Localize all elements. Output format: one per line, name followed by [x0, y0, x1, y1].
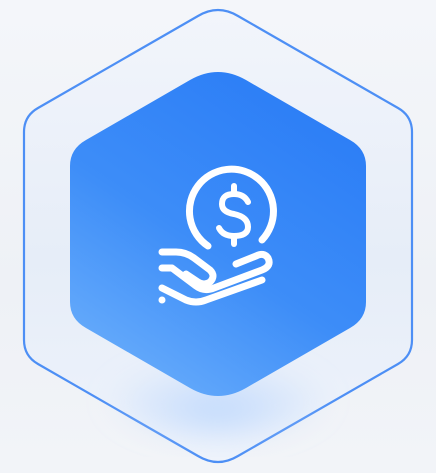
- hexagon-badge: [22, 8, 414, 464]
- icon-tile: [0, 0, 436, 473]
